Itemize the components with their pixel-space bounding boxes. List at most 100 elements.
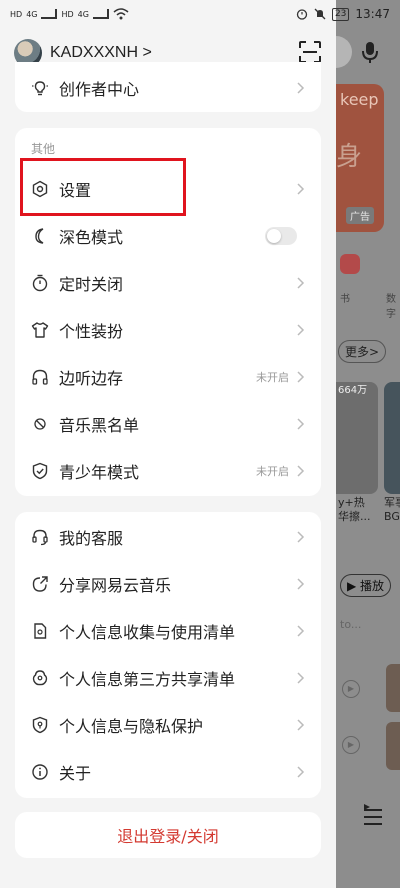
chevron-right-icon [297, 323, 305, 336]
chevron-right-icon [297, 417, 305, 430]
signal-indicators: HD 4G HD 4G [10, 8, 129, 20]
playlist-icon [364, 804, 382, 825]
chevron-right-icon [297, 464, 305, 477]
hd-label: HD [10, 9, 23, 19]
privacy-shield-icon [32, 716, 48, 733]
wifi-icon [113, 8, 129, 20]
category-icon [340, 254, 360, 274]
playlist-caption-1: y+热 华擦... [338, 496, 371, 524]
menu-item-label: 关于 [59, 763, 92, 783]
play-icon: ▶ [342, 736, 360, 754]
menu-item-creator-center[interactable]: 创作者中心 [15, 64, 321, 111]
battery-indicator: 23 [331, 7, 350, 21]
chevron-right-icon [297, 276, 305, 289]
chevron-right-icon [297, 370, 305, 383]
faint-text: to... [340, 618, 362, 631]
headphones-icon [32, 369, 48, 385]
menu-item-label: 分享网易云音乐 [59, 575, 172, 595]
chevron-right-icon [297, 624, 305, 637]
section-title: 其他 [31, 142, 56, 156]
playlist-card: 664万 [336, 382, 378, 494]
menu-item-sleep-timer[interactable]: 定时关闭 [15, 259, 321, 306]
chevron-right-icon [297, 718, 305, 731]
background-search-bar [336, 36, 352, 68]
mute-icon [314, 8, 326, 20]
menu-item-privacy-protection[interactable]: 个人信息与隐私保护 [15, 701, 321, 748]
song-thumbnail [386, 664, 400, 712]
creator-center-card: 创作者中心 [15, 62, 321, 112]
menu-item-label: 我的客服 [59, 528, 124, 548]
menu-item-customer-service[interactable]: 我的客服 [15, 513, 321, 560]
scan-icon[interactable] [298, 40, 322, 64]
menu-item-label: 定时关闭 [59, 274, 124, 294]
menu-item-info-collection-list[interactable]: 个人信息收集与使用清单 [15, 607, 321, 654]
category-label-1: 书 [340, 294, 350, 305]
more-button: 更多> [338, 340, 387, 363]
chevron-right-icon [297, 81, 305, 94]
dark-mode-toggle[interactable] [265, 226, 297, 245]
menu-item-share-app[interactable]: 分享网易云音乐 [15, 560, 321, 607]
signal-icon [41, 9, 58, 19]
toggle-knob [267, 228, 281, 243]
background-banner: keep 身 广告 [336, 84, 384, 232]
status-hint: 未开启 [256, 370, 289, 384]
status-bar: HD 4G HD 4G 23 13:47 [0, 0, 400, 28]
menu-item-personalization[interactable]: 个性装扮 [15, 306, 321, 353]
status-hint: 未开启 [256, 464, 289, 478]
chevron-right-icon [297, 577, 305, 590]
category-label-2: 数字 [386, 294, 396, 320]
status-right: 23 13:47 [296, 7, 390, 21]
network-label: 4G [77, 9, 89, 19]
play-icon: ▶ [342, 680, 360, 698]
timer-icon [32, 274, 48, 291]
share-nodes-icon [32, 669, 48, 685]
headset-icon [32, 529, 48, 545]
play-count: 664万 [338, 385, 368, 396]
side-drawer: HD 4G HD 4G 23 13:47 KADXXXNH > 创作者中心 其他… [0, 0, 390, 888]
logout-button[interactable]: 退出登录/关闭 [15, 812, 321, 858]
logout-label: 退出登录/关闭 [117, 827, 219, 846]
playlist-caption-2: 军事 BG [384, 496, 400, 524]
hd-label: HD [61, 9, 74, 19]
menu-item-label: 音乐黑名单 [59, 415, 140, 435]
background-app: keep 身 广告 书 数字 更多> 664万 y+热 华擦... 军事 BG … [336, 0, 400, 888]
menu-item-teen-mode[interactable]: 青少年模式 未开启 [15, 447, 321, 494]
shield-icon [32, 462, 48, 479]
banner-ad-badge: 广告 [346, 207, 374, 224]
signal-icon [92, 9, 109, 19]
menu-item-music-blacklist[interactable]: 音乐黑名单 [15, 400, 321, 447]
menu-item-label: 个性装扮 [59, 321, 124, 341]
menu-item-label: 边听边存 [59, 368, 124, 388]
menu-item-label: 深色模式 [59, 227, 124, 247]
info-icon [32, 763, 48, 780]
song-thumbnail [386, 722, 400, 770]
block-icon [34, 417, 46, 430]
menu-item-about[interactable]: 关于 [15, 748, 321, 795]
menu-item-listen-and-save[interactable]: 边听边存 未开启 [15, 353, 321, 400]
menu-item-dark-mode[interactable]: 深色模式 [15, 212, 321, 259]
chevron-right-icon [297, 671, 305, 684]
chevron-right-icon [297, 530, 305, 543]
menu-item-label: 创作者中心 [59, 79, 140, 99]
playlist-card [384, 382, 400, 494]
menu-item-label: 个人信息与隐私保护 [59, 716, 204, 736]
tshirt-icon [31, 321, 49, 338]
chevron-right-icon [297, 182, 305, 195]
banner-brand: keep [340, 90, 379, 109]
lightbulb-icon [32, 80, 48, 95]
menu-item-third-party-sharing-list[interactable]: 个人信息第三方共享清单 [15, 654, 321, 701]
moon-icon [35, 227, 44, 244]
menu-item-label: 个人信息收集与使用清单 [59, 622, 236, 642]
username[interactable]: KADXXXNH > [50, 44, 152, 62]
alarm-icon [296, 9, 308, 20]
banner-title: 身 [336, 142, 363, 172]
menu-item-label: 个人信息第三方共享清单 [59, 669, 236, 689]
document-icon [34, 622, 47, 639]
microphone-icon [360, 40, 390, 64]
clock: 13:47 [355, 7, 390, 21]
service-card: 我的客服 分享网易云音乐 个人信息收集与使用清单 个人信息第三方共享清单 个人信… [15, 512, 321, 798]
share-icon [32, 575, 48, 592]
menu-item-label: 青少年模式 [59, 462, 140, 482]
network-label: 4G [26, 9, 38, 19]
settings-highlight-box [20, 158, 186, 216]
